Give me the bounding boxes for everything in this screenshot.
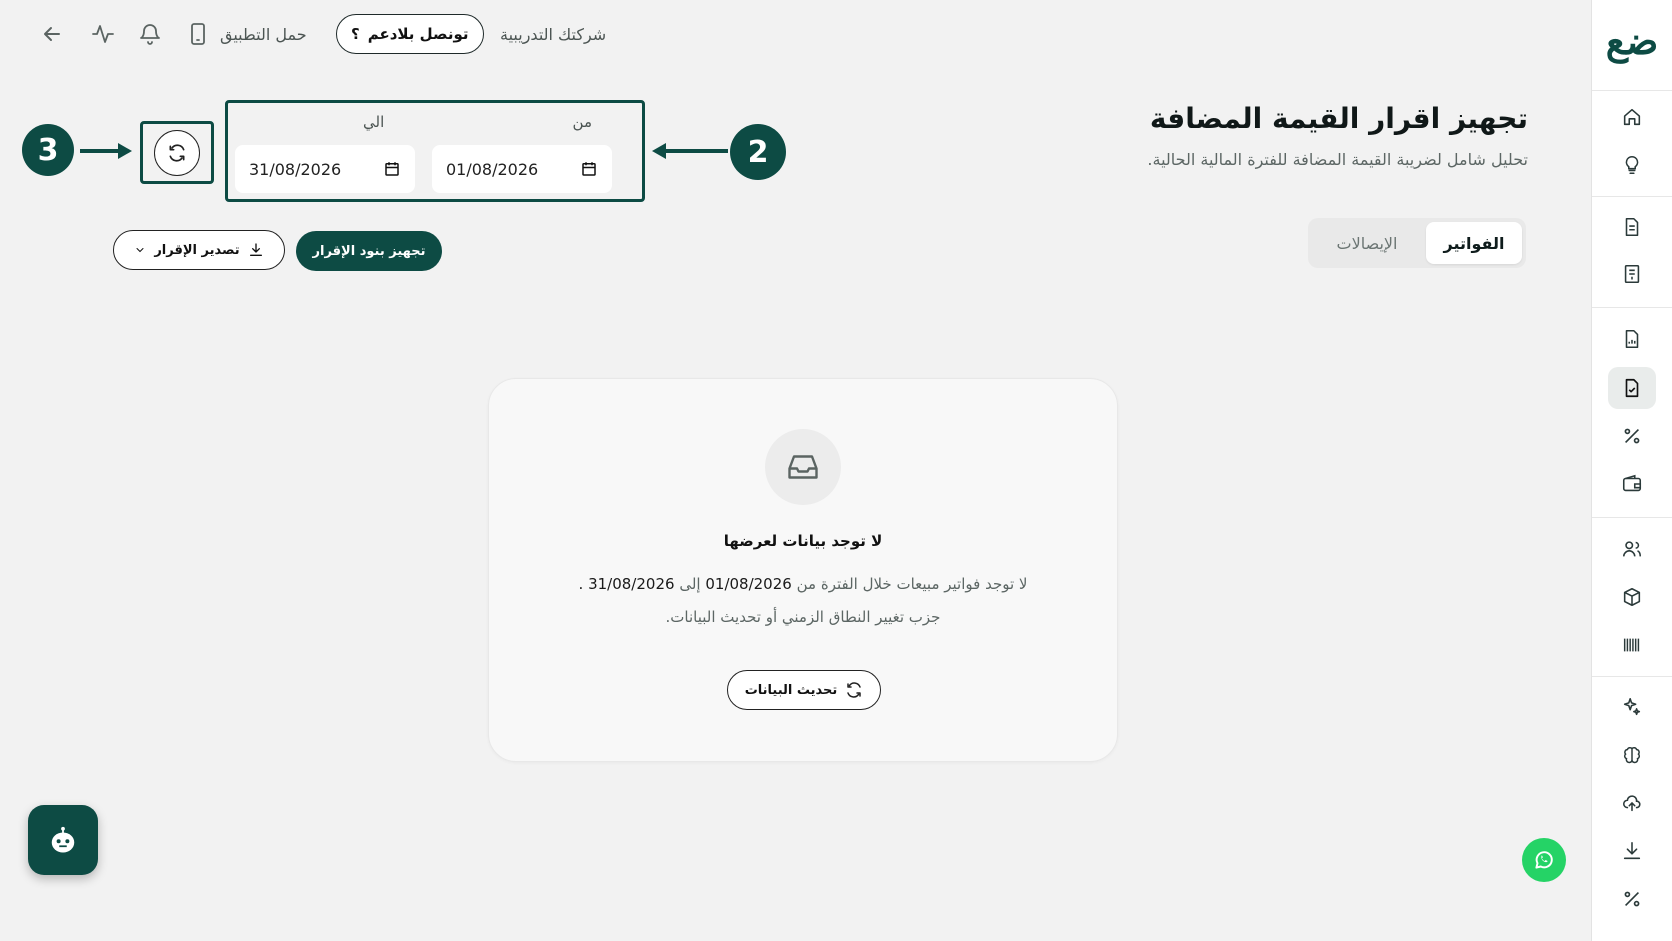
- prepare-return-button[interactable]: تجهيز بنود الإقرار: [296, 231, 442, 271]
- refresh-data-label: تحديث البيانات: [744, 682, 838, 698]
- message-prefix: لا توجد فواتير مبيعات خلال الفترة من: [796, 575, 1028, 593]
- brain-icon[interactable]: [1608, 734, 1656, 776]
- from-date-value: 01/08/2026: [446, 159, 539, 179]
- callout-arrow-icon: [80, 143, 132, 159]
- tab-receipts[interactable]: الإيصالات: [1312, 222, 1422, 264]
- sidebar-divider: [1592, 90, 1672, 91]
- wallet-icon[interactable]: [1608, 463, 1656, 505]
- download-app-label: حمل التطبيق: [220, 24, 307, 44]
- page-title: تجهيز اقرار القيمة المضافة: [1149, 102, 1528, 135]
- support-button[interactable]: ؟ تونصل بلادعم: [336, 14, 484, 54]
- empty-state-message: لا توجد فواتير مبيعات خلال الفترة من 01/…: [509, 575, 1097, 593]
- receipt-icon[interactable]: [1608, 253, 1656, 295]
- to-date-input[interactable]: 31/08/2026: [235, 145, 415, 193]
- sidebar-divider: [1592, 196, 1672, 197]
- bell-icon[interactable]: [132, 16, 168, 52]
- home-icon[interactable]: [1608, 96, 1656, 138]
- sidebar-divider: [1592, 517, 1672, 518]
- percent-icon[interactable]: [1608, 878, 1656, 920]
- checked-document-icon[interactable]: [1608, 367, 1656, 409]
- chatbot-button[interactable]: [28, 805, 98, 875]
- barcode-icon[interactable]: [1608, 624, 1656, 666]
- to-label: الي: [363, 113, 385, 131]
- inbox-icon: [765, 429, 841, 505]
- page-subtitle: تحليل شامل لضريبة القيمة المضافة للفترة …: [1147, 150, 1528, 169]
- tabs: الفواتير الإيصالات: [1308, 218, 1526, 268]
- download-app-link[interactable]: حمل التطبيق: [186, 16, 307, 52]
- sparkle-icon[interactable]: [1608, 686, 1656, 728]
- refresh-data-button[interactable]: تحديث البيانات: [727, 670, 881, 710]
- export-return-button[interactable]: تصدير الإقرار: [113, 230, 285, 270]
- activity-icon[interactable]: [85, 16, 121, 52]
- message-to-date: 31/08/2026: [588, 575, 675, 593]
- percent-icon[interactable]: [1608, 415, 1656, 457]
- robot-icon: [51, 826, 75, 853]
- back-arrow-icon[interactable]: [34, 16, 70, 52]
- export-label: تصدير الإقرار: [154, 242, 240, 258]
- users-icon[interactable]: [1608, 528, 1656, 570]
- phone-icon: [191, 23, 205, 45]
- message-from-date: 01/08/2026: [705, 575, 792, 593]
- whatsapp-icon[interactable]: [1522, 838, 1566, 882]
- upload-cloud-icon[interactable]: [1608, 782, 1656, 824]
- chevron-down-icon: [136, 248, 144, 253]
- download-icon[interactable]: [1608, 830, 1656, 872]
- refresh-highlight: [140, 121, 214, 184]
- whatsapp-phone-icon: [1535, 851, 1553, 869]
- refresh-icon: [169, 143, 185, 162]
- callout-arrow-icon: [652, 143, 728, 159]
- top-bar: حمل التطبيق ؟ تونصل بلادعم شركتك التدريب…: [0, 0, 1592, 70]
- company-name[interactable]: شركتك التدريبية: [500, 16, 606, 52]
- from-label: من: [572, 113, 592, 131]
- refresh-button[interactable]: [154, 129, 200, 176]
- download-icon: [249, 243, 262, 256]
- help-icon: ؟: [351, 25, 360, 43]
- from-date-input[interactable]: 01/08/2026: [432, 145, 612, 193]
- support-label: تونصل بلادعم: [367, 25, 469, 43]
- message-suffix: .: [578, 575, 584, 593]
- empty-state-hint: جزب تغيير النطاق الزمني أو تحديث البيانا…: [665, 608, 941, 626]
- callout-3: 3: [22, 124, 74, 176]
- sidebar-divider: [1592, 307, 1672, 308]
- callout-2: 2: [730, 124, 786, 180]
- calendar-icon[interactable]: [383, 160, 401, 178]
- lightbulb-icon[interactable]: [1608, 144, 1656, 186]
- message-mid: إلى: [679, 575, 701, 593]
- sidebar: ضع: [1591, 0, 1672, 941]
- box-icon[interactable]: [1608, 576, 1656, 618]
- refresh-icon: [847, 682, 862, 698]
- calendar-icon[interactable]: [580, 160, 598, 178]
- document-icon[interactable]: [1608, 206, 1656, 248]
- tab-invoices[interactable]: الفواتير: [1426, 222, 1522, 264]
- empty-state-card: لا توجد بيانات لعرضها لا توجد فواتير مبي…: [488, 378, 1118, 762]
- sidebar-divider: [1592, 676, 1672, 677]
- app-logo[interactable]: ضع: [1592, 18, 1672, 63]
- date-range-box: من الي 01/08/2026 31/08/2026: [225, 100, 645, 202]
- empty-state-title: لا توجد بيانات لعرضها: [723, 532, 883, 550]
- to-date-value: 31/08/2026: [249, 159, 342, 179]
- report-icon[interactable]: [1608, 318, 1656, 360]
